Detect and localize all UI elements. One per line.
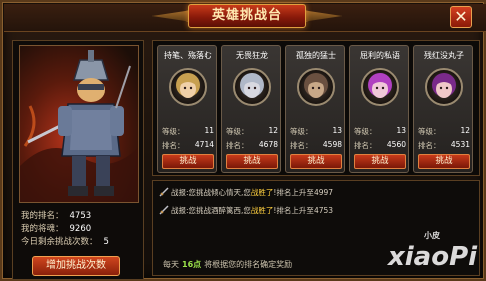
rank-label: 排名： [226,141,249,150]
opponent-name: 持笔、殇落む [164,51,212,60]
sword-icon [159,187,169,197]
log-mid: ,您 [241,188,251,197]
reward-notice-post: 将根据您的排名确定奖励 [204,260,293,269]
rank-label: 排名： [354,141,377,150]
opponent-level: 等级： 12 [418,126,470,138]
add-challenges-button[interactable]: 增加挑战次数 [32,256,120,276]
rank-value: 4598 [322,140,342,149]
my-rank-row: 我的排名： 4753 [21,209,141,222]
level-value: 12 [268,126,278,135]
remaining-challenges-label: 今日剩余挑战次数： [21,237,98,247]
my-souls-label: 我的将魂： [21,224,64,234]
log-rank: 4753 [313,206,334,215]
sword-icon [159,205,169,215]
reward-time: 16点 [182,260,202,269]
level-value: 11 [204,126,214,135]
log-mid: ,您 [241,206,251,215]
opponent-avatar [169,68,207,106]
opponent-rank: 排名： 4714 [162,140,214,152]
opponent-portrait-icon [240,73,264,98]
level-value: 13 [332,126,342,135]
site-watermark: 小皮 xiaoPi [388,230,484,280]
armored-warrior-illustration [20,50,138,202]
log-result: 战胜了 [250,206,274,215]
level-value: 12 [460,126,470,135]
opponent-avatar [361,68,399,106]
log-suffix: !排名上升至 [273,206,314,215]
log-rank: 4997 [313,188,334,197]
opponent-level: 等级： 13 [354,126,406,138]
remaining-challenges-value: 5 [103,237,109,247]
my-rank-value: 4753 [69,211,92,221]
opponent-name: 残红没丸子 [424,51,464,60]
rank-label: 排名： [162,141,185,150]
reward-notice-pre: 每天 [163,260,179,269]
opponent-rank: 排名： 4678 [226,140,278,152]
opponent-rank: 排名： 4531 [418,140,470,152]
rank-label: 排名： [418,141,441,150]
opponent-avatar [233,68,271,106]
opponent-card: 持笔、殇落む 等级： 11 排名： 4714 挑战 [157,45,217,173]
level-label: 等级： [290,127,313,136]
level-label: 等级： [354,127,377,136]
log-target: 酒醉篱西 [211,206,242,215]
log-target: 倾心情天 [211,188,242,197]
opponent-name: 孤独的猛士 [296,51,336,60]
opponent-name: 屈利的私语 [360,51,400,60]
log-entry: 战报:您挑战酒醉篱西,您战胜了!排名上升至4753 [159,205,333,217]
watermark-small-text: 小皮 [424,231,440,240]
level-value: 13 [396,126,406,135]
log-suffix: !排名上升至 [273,188,314,197]
close-icon: ✕ [454,7,468,26]
opponent-card: 屈利的私语 等级： 13 排名： 4560 挑战 [349,45,409,173]
opponent-name: 无畏狂龙 [236,51,268,60]
window-title: 英雄挑战台 [188,4,306,28]
challenge-window: 英雄挑战台 ✕ 我的排名： 4753 我的将魂： 9260 今日剩余挑战次数： … [0,0,486,281]
opponent-rank: 排名： 4560 [354,140,406,152]
remaining-challenges-row: 今日剩余挑战次数： 5 [21,235,141,248]
hero-portrait [19,45,139,203]
log-result: 战胜了 [250,188,274,197]
opponent-card: 孤独的猛士 等级： 13 排名： 4598 挑战 [285,45,345,173]
my-souls-value: 9260 [69,224,92,234]
challenge-button[interactable]: 挑战 [226,154,278,169]
challenge-button[interactable]: 挑战 [162,154,214,169]
challenge-button[interactable]: 挑战 [290,154,342,169]
opponent-avatar [297,68,335,106]
player-panel: 我的排名： 4753 我的将魂： 9260 今日剩余挑战次数： 5 [12,40,144,280]
opponent-list: 持笔、殇落む 等级： 11 排名： 4714 挑战 无畏狂龙 等级： 12 排名… [152,40,480,176]
opponent-avatar [425,68,463,106]
opponent-card: 残红没丸子 等级： 12 排名： 4531 挑战 [413,45,473,173]
rank-value: 4560 [386,140,406,149]
log-prefix: 战报:您挑战 [171,206,212,215]
level-label: 等级： [418,127,441,136]
opponent-portrait-icon [368,73,392,98]
reward-notice: 每天 16点 将根据您的排名确定奖励 [163,259,292,270]
opponent-level: 等级： 13 [290,126,342,138]
rank-value: 4531 [450,140,470,149]
opponent-level: 等级： 12 [226,126,278,138]
opponent-portrait-icon [432,73,456,98]
my-souls-row: 我的将魂： 9260 [21,222,141,235]
watermark-logo-text: xiaoPi [388,242,478,272]
level-label: 等级： [162,127,185,136]
close-button[interactable]: ✕ [450,6,472,28]
opponent-card: 无畏狂龙 等级： 12 排名： 4678 挑战 [221,45,281,173]
opponent-rank: 排名： 4598 [290,140,342,152]
rank-value: 4714 [194,140,214,149]
rank-label: 排名： [290,141,313,150]
level-label: 等级： [226,127,249,136]
log-prefix: 战报:您挑战 [171,188,212,197]
opponent-portrait-icon [304,73,328,98]
my-rank-label: 我的排名： [21,211,64,221]
challenge-button[interactable]: 挑战 [354,154,406,169]
opponent-level: 等级： 11 [162,126,214,138]
challenge-button[interactable]: 挑战 [418,154,470,169]
rank-value: 4678 [258,140,278,149]
log-entry: 战报:您挑战倾心情天,您战胜了!排名上升至4997 [159,187,333,199]
opponent-portrait-icon [176,73,200,98]
player-stats: 我的排名： 4753 我的将魂： 9260 今日剩余挑战次数： 5 [21,209,141,248]
